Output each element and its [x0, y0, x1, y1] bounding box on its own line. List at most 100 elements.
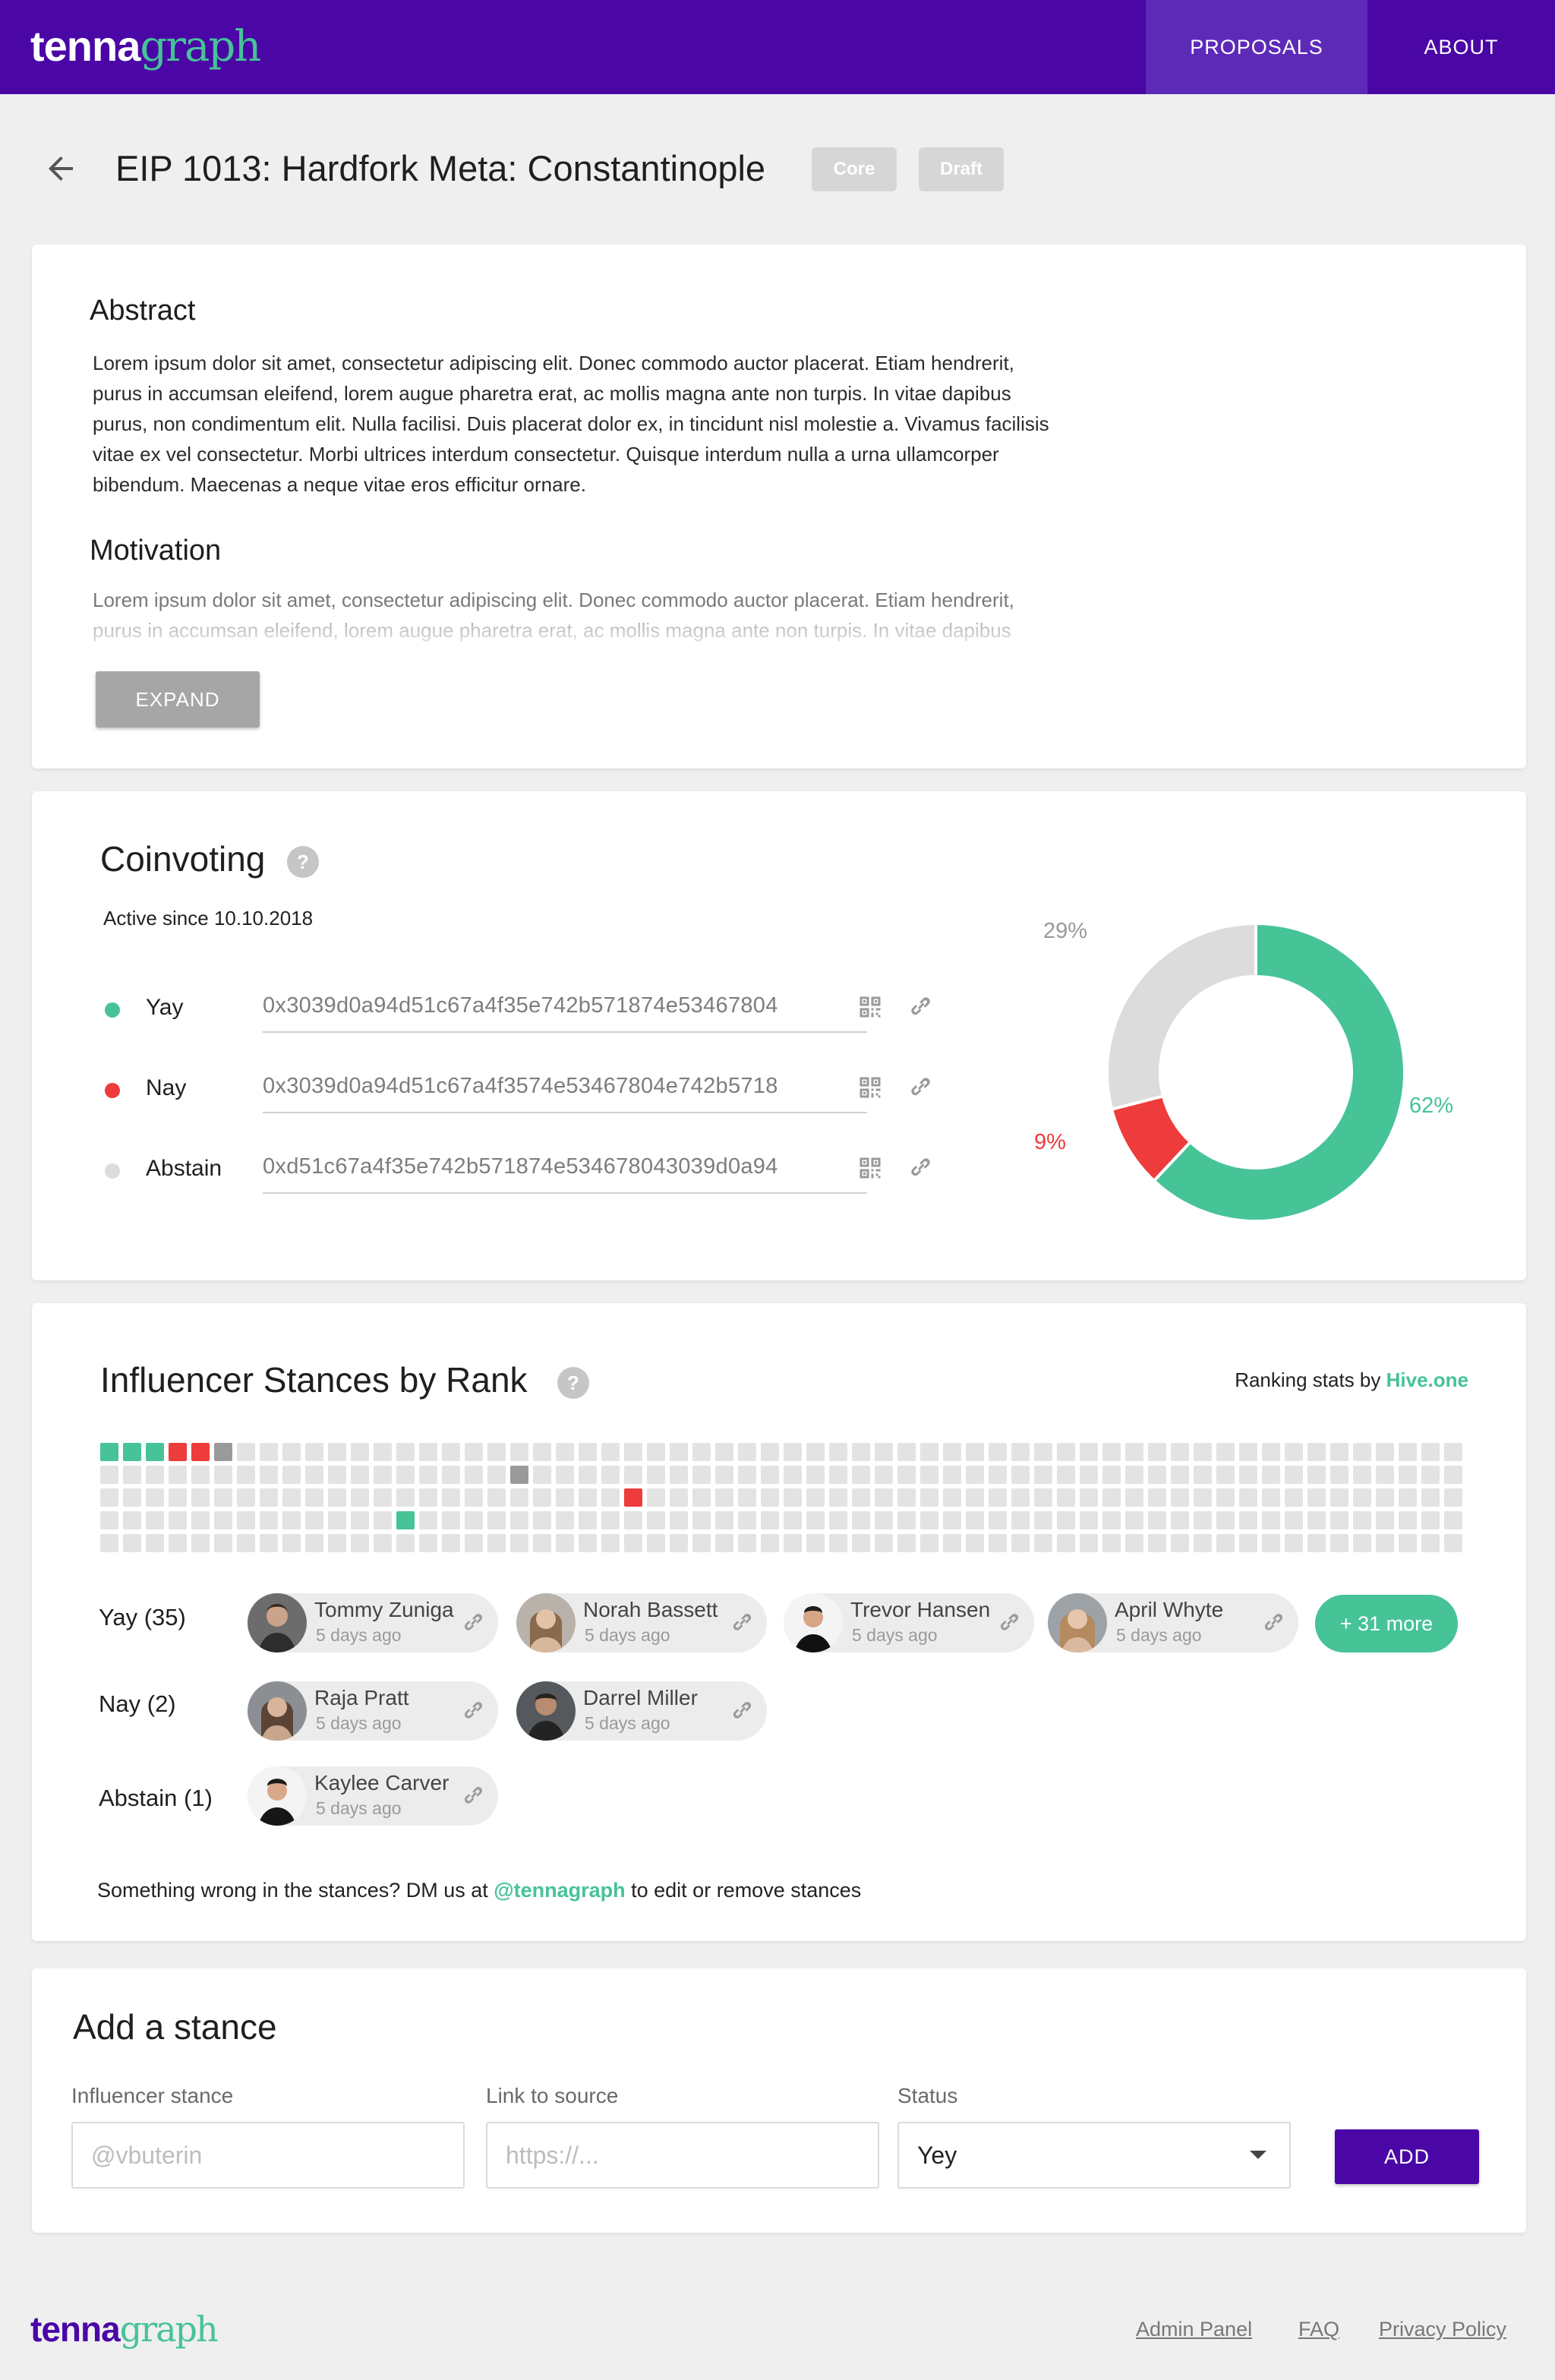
rank-cell	[465, 1466, 483, 1484]
link-icon[interactable]	[907, 1074, 934, 1101]
rank-cell	[1080, 1466, 1098, 1484]
rank-cell	[1444, 1443, 1462, 1461]
rank-cell	[897, 1488, 916, 1507]
help-icon[interactable]: ?	[557, 1367, 589, 1399]
rank-cell	[920, 1443, 938, 1461]
influencer-name: Kaylee Carver	[314, 1771, 449, 1794]
status-label: Status	[897, 2084, 958, 2107]
influencer-stance-input[interactable]: @vbuterin	[71, 2122, 465, 2189]
rank-cell	[1194, 1443, 1212, 1461]
rank-cell	[1376, 1443, 1394, 1461]
abstract-line: Lorem ipsum dolor sit amet, consectetur …	[93, 352, 1014, 374]
influencer-chip[interactable]: Darrel Miller 5 days ago	[516, 1681, 767, 1741]
rank-cell	[647, 1466, 665, 1484]
rank-cell	[1262, 1511, 1280, 1529]
link-icon[interactable]	[996, 1610, 1022, 1636]
rank-cell	[1262, 1488, 1280, 1507]
link-icon[interactable]	[729, 1610, 755, 1636]
help-icon[interactable]: ?	[287, 846, 319, 878]
page-title: EIP 1013: Hardfork Meta: Constantinople	[115, 148, 766, 188]
rank-cell	[533, 1466, 551, 1484]
status-select[interactable]: Yey	[897, 2122, 1291, 2189]
rank-cell	[214, 1466, 232, 1484]
rank-cell	[1125, 1466, 1143, 1484]
stance-label-nay: Nay (2)	[99, 1690, 176, 1717]
vote-address[interactable]: 0x3039d0a94d51c67a4f35e742b571874e534678…	[263, 993, 867, 1033]
link-icon[interactable]	[907, 1154, 934, 1182]
rank-cell	[305, 1511, 323, 1529]
rank-cell	[123, 1511, 141, 1529]
rank-cell	[784, 1511, 802, 1529]
vote-address[interactable]: 0x3039d0a94d51c67a4f3574e53467804e742b57…	[263, 1074, 867, 1113]
influencer-name: April Whyte	[1115, 1598, 1224, 1621]
qr-code-icon[interactable]	[856, 993, 884, 1021]
rank-cell	[1011, 1443, 1030, 1461]
qr-code-icon[interactable]	[856, 1074, 884, 1101]
rank-cell	[670, 1443, 688, 1461]
stance-time: 5 days ago	[316, 1798, 402, 1818]
nav-about[interactable]: ABOUT	[1367, 0, 1555, 94]
influencer-chip[interactable]: Kaylee Carver 5 days ago	[248, 1766, 498, 1826]
abstract-line: vitae ex vel consectetur. Morbi ultrices…	[93, 443, 999, 466]
rank-cell	[1171, 1511, 1189, 1529]
link-icon[interactable]	[460, 1698, 486, 1724]
link-icon[interactable]	[729, 1698, 755, 1724]
pct-label-nay: 9%	[1034, 1130, 1066, 1154]
link-icon[interactable]	[1260, 1610, 1286, 1636]
rank-cell	[191, 1534, 210, 1552]
link-icon[interactable]	[460, 1610, 486, 1636]
link-to-source-input[interactable]: https://...	[486, 2122, 879, 2189]
rank-cell	[647, 1488, 665, 1507]
rank-cell	[1057, 1511, 1075, 1529]
rank-cell	[920, 1534, 938, 1552]
faq-link[interactable]: FAQ	[1298, 2318, 1339, 2341]
more-yay-button[interactable]: + 31 more	[1315, 1595, 1458, 1652]
rank-cell	[852, 1466, 870, 1484]
influencer-chip[interactable]: Tommy Zuniga 5 days ago	[248, 1593, 498, 1652]
rank-cell	[396, 1488, 415, 1507]
rank-cell	[1421, 1466, 1440, 1484]
influencer-chip[interactable]: April Whyte 5 days ago	[1048, 1593, 1298, 1652]
rank-cell	[1034, 1534, 1052, 1552]
vote-address[interactable]: 0xd51c67a4f35e742b571874e534678043039d0a…	[263, 1154, 867, 1194]
rank-cell	[1080, 1443, 1098, 1461]
rank-cell	[351, 1443, 369, 1461]
add-button[interactable]: ADD	[1335, 2129, 1479, 2184]
rank-cell	[1353, 1534, 1371, 1552]
vote-label: Abstain	[146, 1156, 222, 1181]
rank-cell	[875, 1534, 893, 1552]
rank-cell	[715, 1511, 733, 1529]
rank-cell	[1444, 1534, 1462, 1552]
rank-cell	[1307, 1488, 1326, 1507]
logo[interactable]: tennagraph	[30, 20, 261, 74]
link-icon[interactable]	[460, 1783, 486, 1809]
footer-logo[interactable]: tennagraph	[30, 2309, 219, 2350]
privacy-policy-link[interactable]: Privacy Policy	[1379, 2318, 1506, 2341]
rank-cell	[692, 1534, 711, 1552]
ranking-source-link[interactable]: Hive.one	[1386, 1368, 1468, 1391]
influencer-chip[interactable]: Raja Pratt 5 days ago	[248, 1681, 498, 1741]
tennagraph-handle-link[interactable]: @tennagraph	[494, 1879, 625, 1902]
rank-cell	[875, 1488, 893, 1507]
influencer-name: Norah Bassett	[583, 1598, 718, 1621]
rank-cell	[738, 1534, 756, 1552]
influencer-chip[interactable]: Trevor Hansen 5 days ago	[784, 1593, 1034, 1652]
rank-cell	[1444, 1466, 1462, 1484]
rank-cell	[1080, 1534, 1098, 1552]
rank-cell	[761, 1466, 779, 1484]
rank-cell	[1102, 1466, 1121, 1484]
rank-cell	[829, 1488, 847, 1507]
expand-button[interactable]: EXPAND	[96, 671, 260, 728]
admin-panel-link[interactable]: Admin Panel	[1136, 2318, 1252, 2341]
back-arrow-icon[interactable]	[43, 150, 79, 187]
rank-cell	[123, 1488, 141, 1507]
pct-label-abstain: 29%	[1043, 919, 1088, 943]
qr-code-icon[interactable]	[856, 1154, 884, 1182]
avatar	[248, 1681, 307, 1741]
nav-proposals[interactable]: PROPOSALS	[1146, 0, 1367, 94]
rank-cell	[465, 1488, 483, 1507]
link-icon[interactable]	[907, 993, 934, 1021]
avatar	[516, 1593, 576, 1652]
rank-cell	[510, 1534, 528, 1552]
influencer-chip[interactable]: Norah Bassett 5 days ago	[516, 1593, 767, 1652]
